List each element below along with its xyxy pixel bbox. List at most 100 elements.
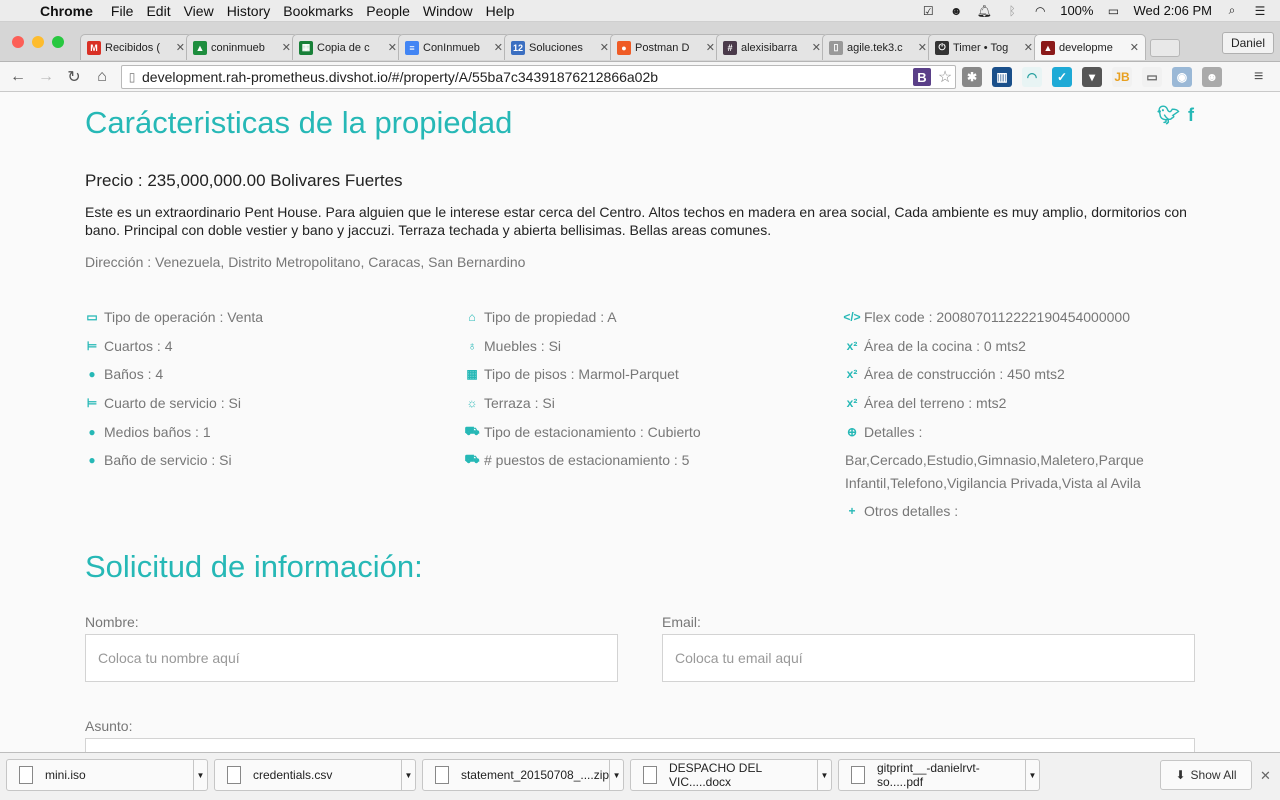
feature-row: ⛟ # puestos de estacionamiento : 5 (464, 446, 825, 475)
bootstrap-extension-icon[interactable]: B (913, 68, 931, 86)
feature-row: ▦ Tipo de pisos : Marmol-Parquet (465, 360, 825, 389)
other-details-row: + Otros detalles : (845, 497, 1205, 526)
feature-row: x² Área de construcción : 450 mts2 (845, 360, 1205, 389)
chevron-down-icon[interactable]: ▼ (193, 760, 207, 790)
tab-title: Recibidos ( (105, 41, 161, 54)
menu-app-chrome[interactable]: Chrome (40, 3, 111, 19)
show-all-downloads-button[interactable]: ⬇ Show All (1160, 760, 1252, 790)
credit-card-icon: ▭ (86, 310, 98, 325)
download-filename: mini.iso (45, 768, 86, 782)
alien-extension-icon[interactable]: ☻ (1202, 67, 1222, 87)
superscript-icon: x² (846, 396, 858, 411)
home-icon: ⌂ (468, 310, 476, 325)
new-tab-button[interactable] (1150, 39, 1180, 57)
zoom-window-button[interactable] (52, 36, 64, 48)
bookmark-star-icon[interactable]: ☆ (935, 67, 955, 87)
tab-close-icon[interactable]: ✕ (918, 41, 927, 54)
home-icon[interactable]: ⌂ (88, 68, 116, 86)
menu-view[interactable]: View (184, 3, 227, 19)
tab-5[interactable]: ● Postman D ✕ (610, 34, 722, 60)
pocket-extension-icon[interactable]: ▾ (1082, 67, 1102, 87)
feature-row: ⊨ Cuarto de servicio : Si (85, 389, 445, 418)
notification-center-icon[interactable]: ☰ (1252, 4, 1268, 18)
feature-text: Tipo de estacionamiento : Cubierto (484, 423, 701, 440)
profile-button[interactable]: Daniel (1221, 32, 1274, 54)
download-item[interactable]: DESPACHO DEL VIC.....docx ▼ (630, 759, 832, 791)
tab-7[interactable]: ▯ agile.tek3.c ✕ (822, 34, 934, 60)
facebook-icon[interactable]: f (1188, 105, 1194, 126)
battery-icon[interactable]: ▭ (1105, 4, 1121, 18)
close-window-button[interactable] (12, 36, 24, 48)
clock[interactable]: Wed 2:06 PM (1133, 3, 1212, 18)
tab-close-icon[interactable]: ✕ (1130, 41, 1139, 54)
tab-6[interactable]: # alexisibarra ✕ (716, 34, 828, 60)
tab-close-icon[interactable]: ✕ (600, 41, 609, 54)
tab-close-icon[interactable]: ✕ (1024, 41, 1033, 54)
download-item[interactable]: statement_20150708_....zip ▼ (422, 759, 624, 791)
bug-extension-icon[interactable]: ✱ (962, 67, 982, 87)
download-item[interactable]: gitprint__-danielrvt-so.....pdf ▼ (838, 759, 1040, 791)
feature-text: Tipo de operación : Venta (104, 309, 264, 326)
email-input[interactable]: Coloca tu email aquí (662, 634, 1195, 682)
download-item[interactable]: credentials.csv ▼ (214, 759, 416, 791)
forward-arrow-icon[interactable]: → (32, 68, 60, 86)
spotlight-search-icon[interactable]: ⌕ (1224, 3, 1240, 18)
cast-icon[interactable]: ▭ (1142, 67, 1162, 87)
twitter-icon[interactable]: 🐦︎ (1157, 105, 1180, 126)
tab-3[interactable]: ≡ ConInmueb ✕ (398, 34, 510, 60)
download-filename: statement_20150708_....zip (460, 768, 610, 782)
tab-close-icon[interactable]: ✕ (706, 41, 715, 54)
tab-close-icon[interactable]: ✕ (494, 41, 503, 54)
notification-bell-icon[interactable]: 🔔︎ (976, 4, 992, 18)
minimize-window-button[interactable] (32, 36, 44, 48)
alien-status-icon[interactable]: ☻ (948, 4, 964, 18)
code-icon: </> (843, 310, 861, 325)
tab-9[interactable]: ▲ developme ✕ (1034, 34, 1146, 60)
menu-window[interactable]: Window (423, 3, 486, 19)
chrome-menu-icon[interactable]: ≡ (1254, 68, 1268, 86)
camera-extension-icon[interactable]: ◉ (1172, 67, 1192, 87)
menu-people[interactable]: People (366, 3, 423, 19)
lightbulb-icon: ♁ (467, 338, 477, 353)
tab-close-icon[interactable]: ✕ (176, 41, 185, 54)
jetbrains-extension-icon[interactable]: JB (1112, 67, 1132, 87)
chevron-down-icon[interactable]: ▼ (817, 760, 831, 790)
feature-text: Medios baños : 1 (104, 423, 211, 440)
download-item[interactable]: mini.iso ▼ (6, 759, 208, 791)
tab-1[interactable]: ▲ coninmueb ✕ (186, 34, 298, 60)
menu-help[interactable]: Help (486, 3, 528, 19)
subject-input[interactable] (85, 738, 1195, 752)
tab-title: Postman D (635, 41, 690, 54)
menu-edit[interactable]: Edit (146, 3, 183, 19)
page-info-icon[interactable]: ▯ (122, 70, 142, 84)
menu-history[interactable]: History (227, 3, 284, 19)
details-text: Bar,Cercado,Estudio,Gimnasio,Maletero,Pa… (845, 451, 1144, 491)
tab-8[interactable]: ⏻ Timer • Tog ✕ (928, 34, 1040, 60)
feature-row: x² Área de la cocina : 0 mts2 (845, 332, 1205, 361)
menu-bookmarks[interactable]: Bookmarks (283, 3, 366, 19)
tab-close-icon[interactable]: ✕ (282, 41, 291, 54)
check-extension-icon[interactable]: ✓ (1052, 67, 1072, 87)
chevron-down-icon[interactable]: ▼ (609, 760, 623, 790)
close-shelf-icon[interactable]: ✕ (1260, 768, 1271, 784)
name-input[interactable]: Coloca tu nombre aquí (85, 634, 618, 682)
reload-icon[interactable]: ↻ (60, 67, 88, 87)
feature-row: ▭ Tipo de operación : Venta (85, 303, 445, 332)
tab-close-icon[interactable]: ✕ (812, 41, 821, 54)
back-arrow-icon[interactable]: ← (4, 68, 32, 86)
bluetooth-icon[interactable]: ᛒ (1004, 4, 1020, 18)
tab-close-icon[interactable]: ✕ (388, 41, 397, 54)
tab-2[interactable]: ▦ Copia de c ✕ (292, 34, 404, 60)
address-bar[interactable]: ▯ development.rah-prometheus.divshot.io/… (121, 65, 956, 89)
menu-file[interactable]: File (111, 3, 147, 19)
chevron-down-icon[interactable]: ▼ (401, 760, 415, 790)
chart-extension-icon[interactable]: ▥ (992, 67, 1012, 87)
wifi-icon[interactable]: ◠ (1032, 4, 1048, 18)
wave-extension-icon[interactable]: ◠ (1022, 67, 1042, 87)
tab-0[interactable]: M Recibidos (✕ (80, 34, 192, 60)
checkbox-status-icon[interactable]: ☑ (920, 4, 936, 18)
tab-4[interactable]: 12 Soluciones ✕ (504, 34, 616, 60)
address-url[interactable]: development.rah-prometheus.divshot.io/#/… (142, 69, 913, 85)
tab-favicon-icon: ▯ (829, 40, 843, 55)
chevron-down-icon[interactable]: ▼ (1025, 760, 1039, 790)
